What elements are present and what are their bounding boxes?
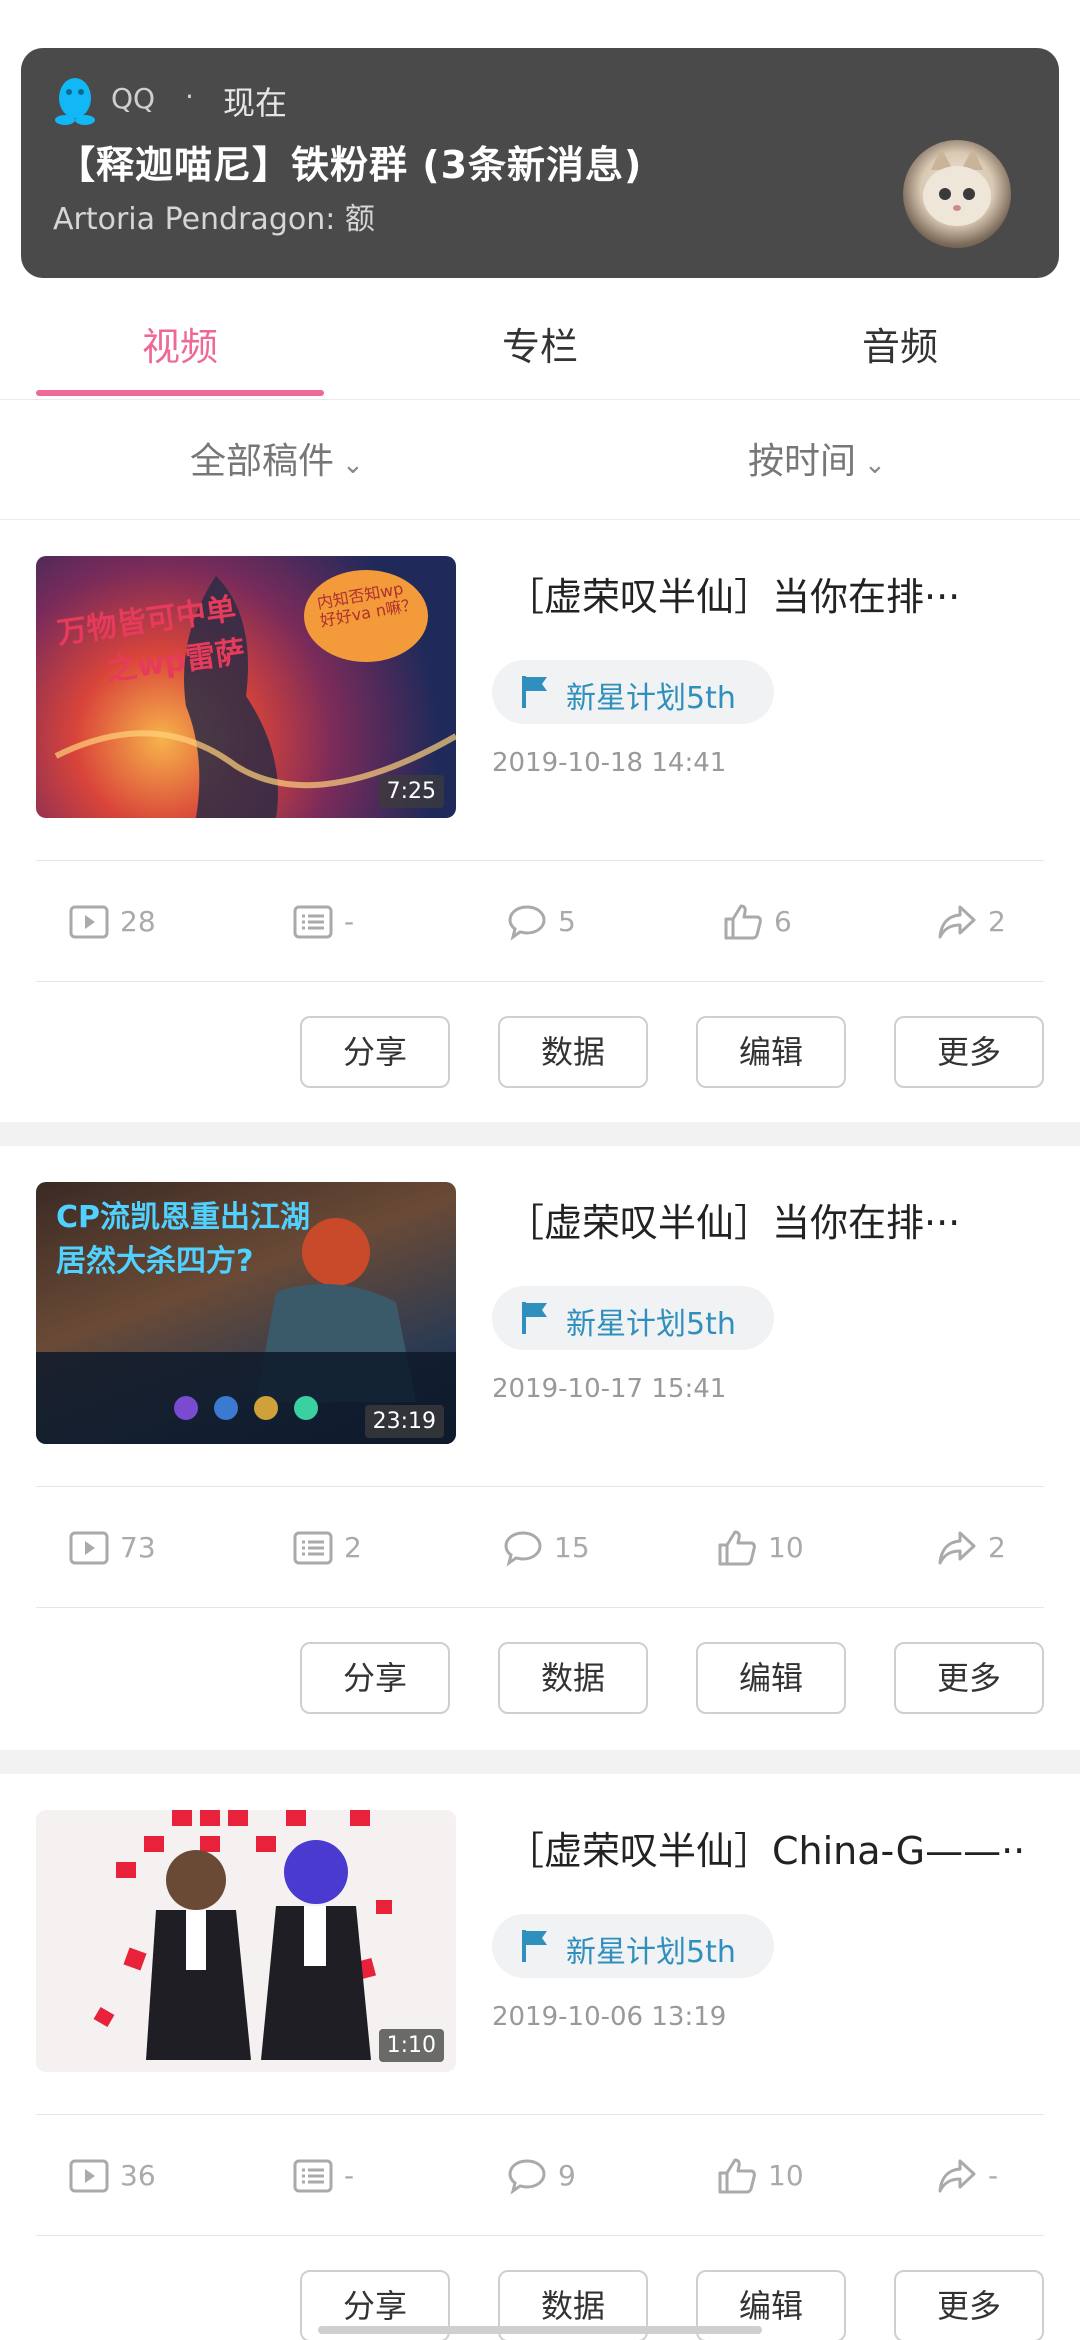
video-thumbnail[interactable]: 1:10	[36, 1810, 456, 2072]
notification-app-name: QQ	[111, 82, 156, 115]
notification-message: Artoria Pendragon: 额	[53, 202, 375, 237]
active-tab-indicator	[36, 390, 324, 396]
flag-icon	[522, 1930, 547, 1962]
video-card: CP流凯恩重出江湖 居然大杀四方? 23:19 ［虚荣叹半仙］当你在排··· 新…	[0, 1146, 1080, 1746]
danmaku-icon	[293, 1531, 333, 1565]
tab-bar: 视频 专栏 音频	[0, 290, 1080, 400]
notification-avatar	[903, 140, 1011, 248]
thumbnail-caption-2: 居然大杀四方?	[56, 1244, 254, 1279]
play-icon	[69, 1531, 109, 1565]
data-button[interactable]: 数据	[498, 1016, 648, 1088]
badge-label: 新星计划5th	[566, 681, 736, 716]
share-button[interactable]: 分享	[300, 1016, 450, 1088]
video-title[interactable]: ［虚荣叹半仙］当你在排···	[506, 566, 1026, 621]
chevron-down-icon: ⌄	[342, 450, 364, 480]
video-actions: 分享 数据 编辑 更多	[0, 1642, 1080, 1716]
video-title[interactable]: ［虚荣叹半仙］当你在排···	[506, 1192, 1026, 1247]
edit-button[interactable]: 编辑	[696, 1642, 846, 1714]
more-button[interactable]: 更多	[894, 1016, 1044, 1088]
filter-bar: 全部稿件 ⌄ 按时间 ⌄	[0, 402, 1080, 520]
more-button[interactable]: 更多	[894, 1642, 1044, 1714]
tab-audio[interactable]: 音频	[720, 316, 1080, 371]
more-button[interactable]: 更多	[894, 2270, 1044, 2340]
thumbnail-caption: CP流凯恩重出江湖	[56, 1200, 311, 1235]
tab-video[interactable]: 视频	[0, 316, 360, 371]
video-thumbnail[interactable]: CP流凯恩重出江湖 居然大杀四方? 23:19	[36, 1182, 456, 1444]
badge-label: 新星计划5th	[566, 1935, 736, 1970]
comment-icon	[508, 2159, 546, 2195]
publish-date: 2019-10-18 14:41	[492, 748, 727, 778]
activity-badge[interactable]: 新星计划5th	[492, 1914, 774, 1978]
share-button[interactable]: 分享	[300, 1642, 450, 1714]
comment-icon	[508, 905, 546, 941]
chevron-down-icon: ⌄	[864, 450, 886, 480]
video-card: 万物皆可中单 之wp雷萨 内知否知wp好好va n嘛？ 7:25 ［虚荣叹半仙］…	[0, 520, 1080, 1120]
video-card: 1:10 ［虚荣叹半仙］China-G——··· 新星计划5th 2019-10…	[0, 1774, 1080, 2340]
data-button[interactable]: 数据	[498, 1642, 648, 1714]
video-duration: 7:25	[378, 775, 444, 808]
filter-all-label: 全部稿件	[190, 441, 335, 482]
thumbs-up-icon	[718, 1530, 756, 1566]
notification-time: 现在	[223, 84, 288, 122]
activity-badge[interactable]: 新星计划5th	[492, 1286, 774, 1350]
thumbs-up-icon	[724, 904, 762, 940]
publish-date: 2019-10-17 15:41	[492, 1374, 727, 1404]
video-stats: 73 2 15 10 2	[36, 1486, 1044, 1608]
video-stats: 36 - 9 10 -	[36, 2114, 1044, 2236]
video-duration: 23:19	[364, 1405, 444, 1438]
notification-title: 【释迦喵尼】铁粉群 (3条新消息)	[57, 143, 643, 187]
filter-all-submissions[interactable]: 全部稿件 ⌄	[190, 432, 364, 484]
video-actions: 分享 数据 编辑 更多	[0, 1016, 1080, 1090]
qq-notification[interactable]: QQ · 现在 【释迦喵尼】铁粉群 (3条新消息) Artoria Pendra…	[21, 48, 1059, 278]
publish-date: 2019-10-06 13:19	[492, 2002, 727, 2032]
tab-column[interactable]: 专栏	[360, 316, 720, 371]
home-indicator[interactable]	[318, 2326, 762, 2334]
comment-icon	[504, 1531, 542, 1567]
video-title[interactable]: ［虚荣叹半仙］China-G——···	[506, 1820, 1026, 1875]
share-icon	[938, 2159, 976, 2193]
card-separator	[0, 1122, 1080, 1146]
activity-badge[interactable]: 新星计划5th	[492, 660, 774, 724]
video-thumbnail[interactable]: 万物皆可中单 之wp雷萨 内知否知wp好好va n嘛？ 7:25	[36, 556, 456, 818]
edit-button[interactable]: 编辑	[696, 1016, 846, 1088]
share-icon	[938, 905, 976, 939]
flag-icon	[522, 1302, 547, 1334]
share-icon	[938, 1531, 976, 1565]
danmaku-icon	[293, 905, 333, 939]
flag-icon	[522, 676, 547, 708]
filter-sort-by-time[interactable]: 按时间 ⌄	[748, 432, 886, 484]
notification-separator: ·	[185, 80, 194, 113]
video-duration: 1:10	[378, 2029, 444, 2062]
badge-label: 新星计划5th	[566, 1307, 736, 1342]
card-separator	[0, 1750, 1080, 1774]
danmaku-icon	[293, 2159, 333, 2193]
play-icon	[69, 905, 109, 939]
thumbs-up-icon	[718, 2158, 756, 2194]
filter-sort-label: 按时间	[748, 441, 857, 482]
qq-penguin-icon	[55, 78, 95, 125]
video-stats: 28 - 5 6 2	[36, 860, 1044, 982]
play-icon	[69, 2159, 109, 2193]
